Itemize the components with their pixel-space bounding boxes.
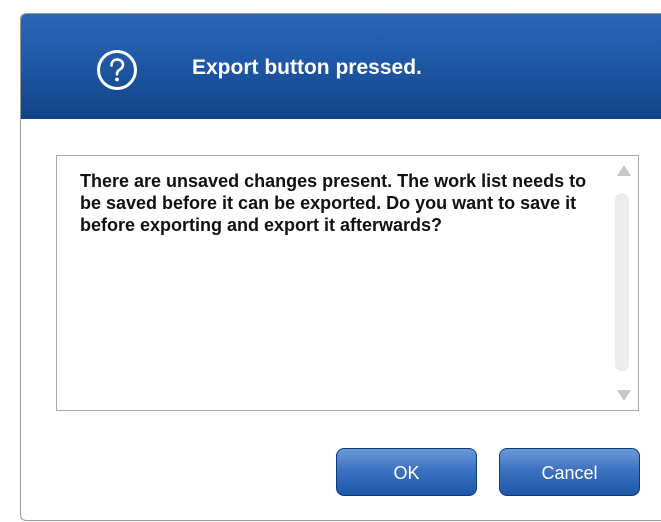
vertical-scrollbar[interactable]: [613, 162, 631, 404]
cancel-button[interactable]: Cancel: [499, 448, 640, 496]
message-area[interactable]: There are unsaved changes present. The w…: [56, 155, 639, 411]
scroll-up-arrow-icon[interactable]: [617, 165, 631, 176]
dialog-title: Export button pressed.: [192, 56, 422, 79]
scroll-down-arrow-icon[interactable]: [617, 390, 631, 401]
ok-button[interactable]: OK: [336, 448, 477, 496]
scrollbar-track[interactable]: [615, 193, 629, 371]
message-text: There are unsaved changes present. The w…: [80, 171, 587, 235]
export-confirmation-dialog: Export button pressed. There are unsaved…: [20, 13, 661, 521]
question-circle-icon: [97, 50, 137, 90]
dialog-titlebar: Export button pressed.: [21, 14, 661, 119]
